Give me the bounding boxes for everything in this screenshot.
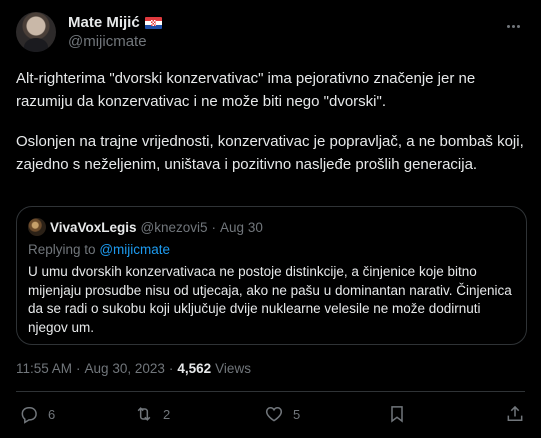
meta-separator: ·: [76, 361, 81, 376]
tweet-header: Mate Mijić @mijicmate: [16, 12, 525, 52]
bookmark-button[interactable]: [387, 402, 407, 426]
quoted-author-handle: @knezovi5: [140, 219, 208, 235]
share-button[interactable]: [505, 402, 525, 426]
quoted-separator: ·: [211, 219, 217, 235]
quoted-date: Aug 30: [220, 219, 263, 235]
tweet-text-paragraph-2: Oslonjen na trajne vrijednosti, konzerva…: [16, 133, 528, 173]
quoted-author-avatar: [28, 218, 46, 236]
author-name[interactable]: Mate Mijić: [68, 14, 140, 31]
heart-icon: [265, 406, 283, 422]
tweet-time[interactable]: 11:55 AM: [16, 361, 72, 376]
replying-to-link[interactable]: @mijicmate: [99, 242, 170, 257]
divider: [16, 391, 525, 392]
tweet-text-paragraph-1: Alt-righterima "dvorski konzervativac" i…: [16, 70, 480, 110]
reply-count: 6: [48, 406, 56, 422]
like-button[interactable]: 5: [264, 402, 300, 426]
author-name-row: Mate Mijić: [68, 14, 162, 31]
share-icon: [507, 405, 523, 421]
reply-icon: [21, 407, 37, 424]
quoted-author-name: VivaVoxLegis: [50, 219, 137, 235]
tweet-date[interactable]: Aug 30, 2023: [85, 361, 165, 376]
author-handle[interactable]: @mijicmate: [68, 33, 147, 50]
retweet-count: 2: [163, 406, 171, 422]
replying-prefix: Replying to: [28, 242, 96, 257]
more-options-icon[interactable]: [503, 16, 523, 36]
bookmark-icon: [391, 406, 403, 423]
action-bar: 6 2 5: [16, 398, 525, 430]
views-count: 4,562: [177, 361, 212, 376]
quoted-replying-to: Replying to @mijicmate: [28, 242, 170, 257]
quoted-tweet[interactable]: VivaVoxLegis @knezovi5 · Aug 30 Replying…: [16, 206, 527, 345]
croatia-flag-icon: [144, 16, 162, 29]
retweet-icon: [137, 407, 151, 421]
reply-button[interactable]: 6: [19, 402, 55, 426]
like-count: 5: [293, 406, 301, 422]
quoted-tweet-header: VivaVoxLegis @knezovi5 · Aug 30: [28, 218, 263, 236]
views-label: Views: [215, 361, 251, 376]
tweet-meta: 11:55 AM · Aug 30, 2023 · 4,562 Views: [16, 361, 251, 376]
author-avatar[interactable]: [16, 12, 56, 52]
quoted-tweet-text: U umu dvorskih konzervativaca ne postoje…: [28, 264, 512, 335]
meta-separator: ·: [168, 361, 174, 376]
retweet-button[interactable]: 2: [134, 402, 170, 426]
